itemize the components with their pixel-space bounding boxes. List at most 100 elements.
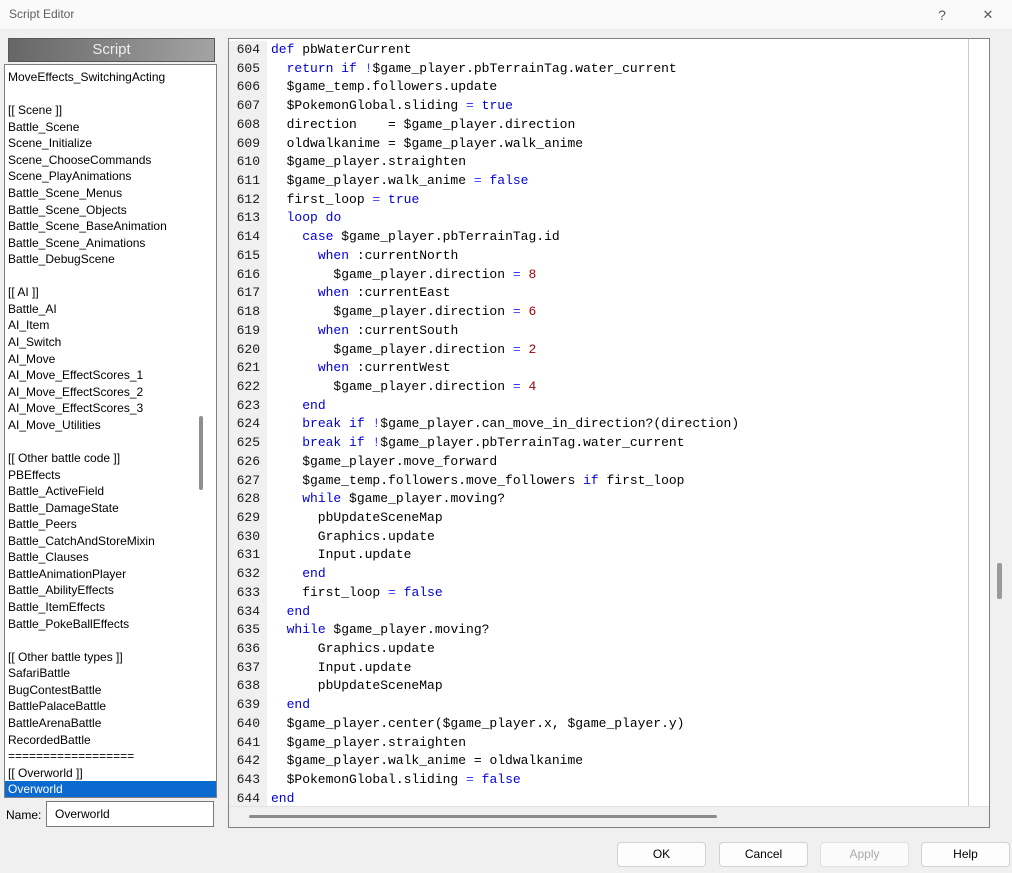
list-item[interactable]: AI_Move_EffectScores_2 — [5, 384, 216, 401]
list-item[interactable]: Battle_Scene_Menus — [5, 185, 216, 202]
list-item[interactable]: Scene_ChooseCommands — [5, 152, 216, 169]
cancel-button[interactable]: Cancel — [719, 842, 808, 867]
list-item[interactable]: Battle_PokeBallEffects — [5, 616, 216, 633]
list-item[interactable]: Battle_Peers — [5, 516, 216, 533]
list-item[interactable] — [5, 632, 216, 649]
code-line[interactable]: 605 return if !$game_player.pbTerrainTag… — [229, 60, 967, 79]
code-line[interactable]: 607 $PokemonGlobal.sliding = true — [229, 97, 967, 116]
code-line[interactable]: 639 end — [229, 696, 967, 715]
code-line[interactable]: 636 Graphics.update — [229, 640, 967, 659]
list-item[interactable]: [[ Scene ]] — [5, 102, 216, 119]
ok-button[interactable]: OK — [617, 842, 706, 867]
list-item[interactable]: RecordedBattle — [5, 732, 216, 749]
code-line[interactable]: 641 $game_player.straighten — [229, 734, 967, 753]
code-line[interactable]: 642 $game_player.walk_anime = oldwalkani… — [229, 752, 967, 771]
v-scrollbar-thumb[interactable] — [997, 563, 1002, 599]
list-item[interactable]: AI_Item — [5, 317, 216, 334]
titlebar: Script Editor ? ✕ — [0, 0, 1012, 30]
list-item[interactable]: Battle_DebugScene — [5, 251, 216, 268]
list-item[interactable]: AI_Move_Utilities — [5, 417, 216, 434]
code-line[interactable]: 610 $game_player.straighten — [229, 153, 967, 172]
h-scrollbar-track[interactable] — [229, 806, 989, 827]
list-item[interactable] — [5, 268, 216, 285]
code-line[interactable]: 631 Input.update — [229, 546, 967, 565]
code-line[interactable]: 640 $game_player.center($game_player.x, … — [229, 715, 967, 734]
list-item[interactable]: SafariBattle — [5, 665, 216, 682]
list-item[interactable]: [[ AI ]] — [5, 284, 216, 301]
code-line[interactable]: 613 loop do — [229, 209, 967, 228]
list-item[interactable]: PBEffects — [5, 467, 216, 484]
code-line[interactable]: 624 break if !$game_player.can_move_in_d… — [229, 415, 967, 434]
code-editor[interactable]: 604def pbWaterCurrent605 return if !$gam… — [228, 38, 990, 828]
code-line[interactable]: 644end — [229, 790, 967, 807]
close-icon[interactable]: ✕ — [978, 5, 998, 25]
list-item[interactable]: BugContestBattle — [5, 682, 216, 699]
list-item[interactable]: Battle_ActiveField — [5, 483, 216, 500]
code-line[interactable]: 616 $game_player.direction = 8 — [229, 266, 967, 285]
code-line[interactable]: 632 end — [229, 565, 967, 584]
code-line[interactable]: 606 $game_temp.followers.update — [229, 78, 967, 97]
code-line[interactable]: 612 first_loop = true — [229, 191, 967, 210]
list-item[interactable]: ================== — [5, 748, 216, 765]
code-line[interactable]: 638 pbUpdateSceneMap — [229, 677, 967, 696]
help-button[interactable]: Help — [921, 842, 1010, 867]
name-input[interactable] — [46, 801, 214, 827]
list-item[interactable]: Battle_Scene_BaseAnimation — [5, 218, 216, 235]
code-line[interactable]: 617 when :currentEast — [229, 284, 967, 303]
code-line[interactable]: 637 Input.update — [229, 659, 967, 678]
code-line[interactable]: 609 oldwalkanime = $game_player.walk_ani… — [229, 135, 967, 154]
code-line[interactable]: 635 while $game_player.moving? — [229, 621, 967, 640]
code-line[interactable]: 623 end — [229, 397, 967, 416]
code-line[interactable]: 611 $game_player.walk_anime = false — [229, 172, 967, 191]
code-line[interactable]: 622 $game_player.direction = 4 — [229, 378, 967, 397]
line-number: 642 — [229, 752, 267, 771]
code-text: break if !$game_player.can_move_in_direc… — [271, 416, 739, 431]
window-title: Script Editor — [9, 7, 74, 21]
list-scrollbar-thumb[interactable] — [199, 416, 203, 490]
list-item[interactable]: [[ Other battle code ]] — [5, 450, 216, 467]
list-item[interactable] — [5, 86, 216, 103]
list-item[interactable]: AI_Move — [5, 351, 216, 368]
list-item[interactable]: AI_Move_EffectScores_3 — [5, 400, 216, 417]
help-icon[interactable]: ? — [932, 5, 952, 25]
code-line[interactable]: 608 direction = $game_player.direction — [229, 116, 967, 135]
list-item[interactable]: BattleAnimationPlayer — [5, 566, 216, 583]
list-item[interactable]: [[ Overworld ]] — [5, 765, 216, 782]
code-line[interactable]: 634 end — [229, 603, 967, 622]
list-item[interactable]: Overworld — [5, 781, 216, 798]
code-line[interactable]: 620 $game_player.direction = 2 — [229, 341, 967, 360]
h-scrollbar-thumb[interactable] — [249, 815, 717, 818]
list-item[interactable]: Battle_DamageState — [5, 500, 216, 517]
code-line[interactable]: 633 first_loop = false — [229, 584, 967, 603]
list-item[interactable]: Battle_CatchAndStoreMixin — [5, 533, 216, 550]
list-item[interactable]: BattlePalaceBattle — [5, 698, 216, 715]
code-line[interactable]: 630 Graphics.update — [229, 528, 967, 547]
list-item[interactable]: Battle_Scene_Animations — [5, 235, 216, 252]
list-item[interactable]: Battle_AbilityEffects — [5, 582, 216, 599]
list-item[interactable]: MoveEffects_SwitchingActing — [5, 69, 216, 86]
list-item[interactable]: BattleArenaBattle — [5, 715, 216, 732]
list-item[interactable]: Scene_Initialize — [5, 135, 216, 152]
list-item[interactable]: AI_Switch — [5, 334, 216, 351]
code-line[interactable]: 618 $game_player.direction = 6 — [229, 303, 967, 322]
list-item[interactable] — [5, 433, 216, 450]
code-line[interactable]: 628 while $game_player.moving? — [229, 490, 967, 509]
list-item[interactable]: Battle_Scene_Objects — [5, 202, 216, 219]
list-item[interactable]: Scene_PlayAnimations — [5, 168, 216, 185]
list-item[interactable]: Battle_Clauses — [5, 549, 216, 566]
list-item[interactable]: Battle_ItemEffects — [5, 599, 216, 616]
code-line[interactable]: 626 $game_player.move_forward — [229, 453, 967, 472]
list-item[interactable]: Battle_Scene — [5, 119, 216, 136]
code-line[interactable]: 625 break if !$game_player.pbTerrainTag.… — [229, 434, 967, 453]
code-line[interactable]: 643 $PokemonGlobal.sliding = false — [229, 771, 967, 790]
code-line[interactable]: 615 when :currentNorth — [229, 247, 967, 266]
list-item[interactable]: Battle_AI — [5, 301, 216, 318]
code-line[interactable]: 627 $game_temp.followers.move_followers … — [229, 472, 967, 491]
code-line[interactable]: 621 when :currentWest — [229, 359, 967, 378]
code-line[interactable]: 629 pbUpdateSceneMap — [229, 509, 967, 528]
code-line[interactable]: 619 when :currentSouth — [229, 322, 967, 341]
list-item[interactable]: AI_Move_EffectScores_1 — [5, 367, 216, 384]
list-item[interactable]: [[ Other battle types ]] — [5, 649, 216, 666]
code-line[interactable]: 604def pbWaterCurrent — [229, 41, 967, 60]
code-line[interactable]: 614 case $game_player.pbTerrainTag.id — [229, 228, 967, 247]
